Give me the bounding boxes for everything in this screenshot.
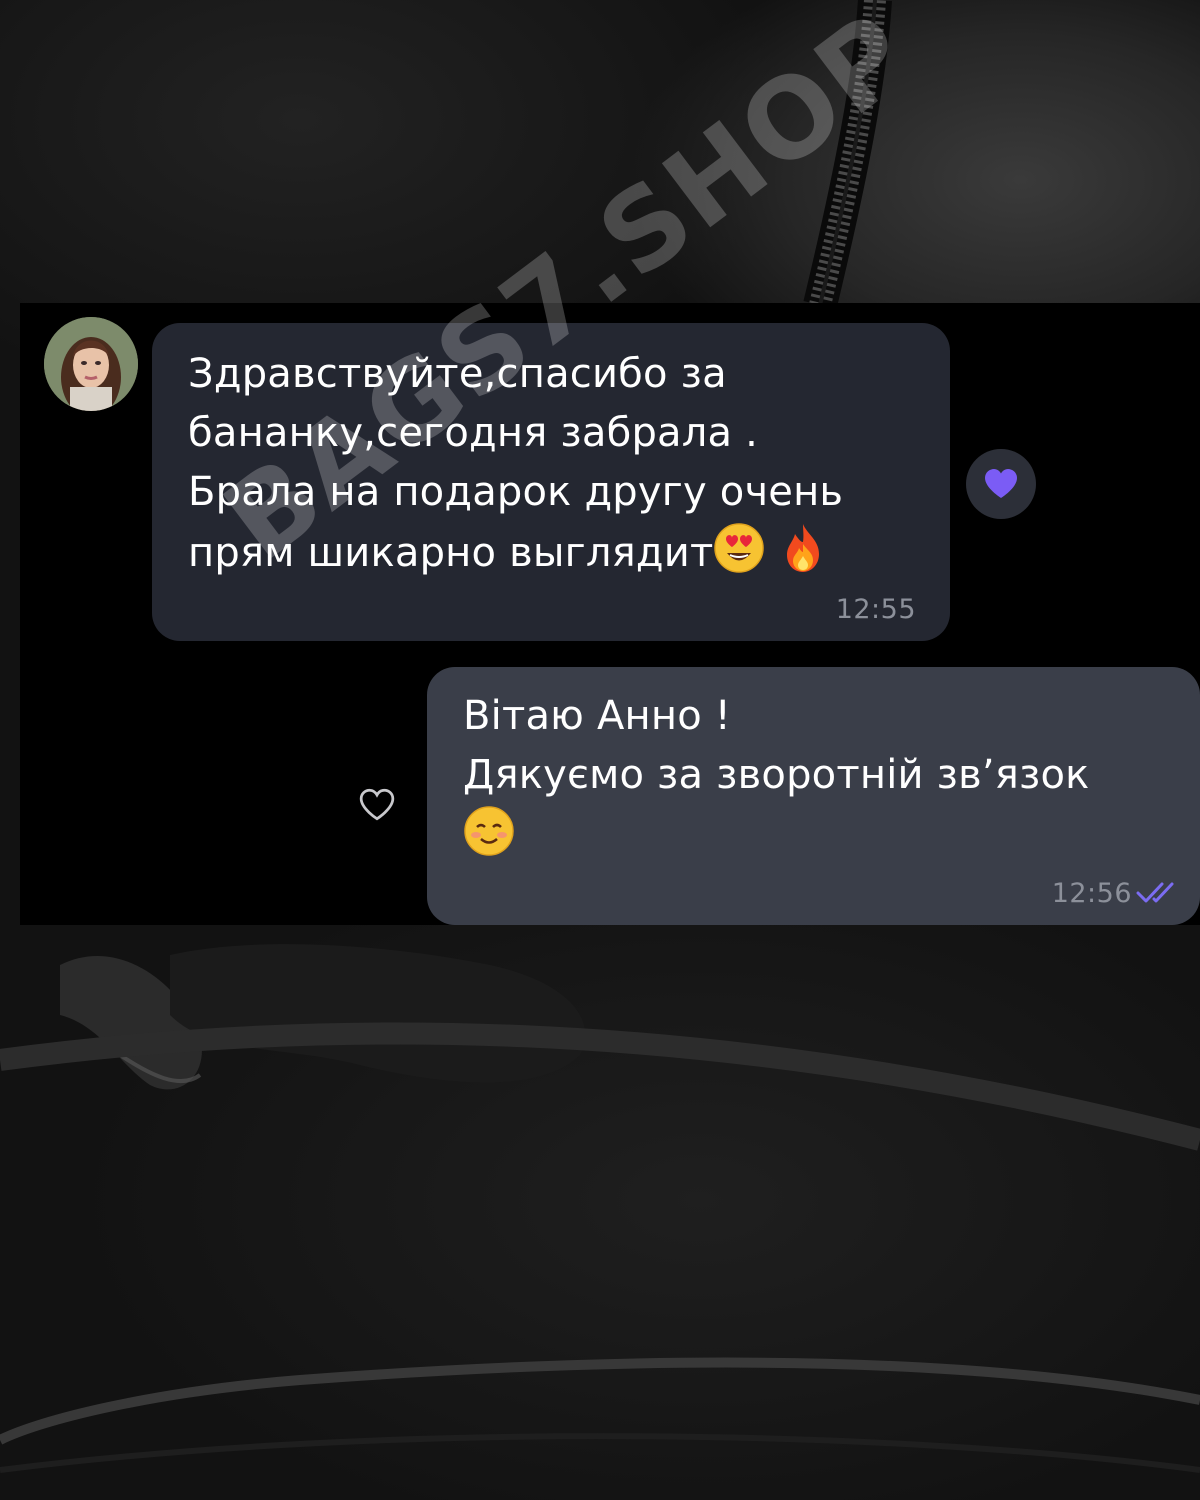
- read-checkmarks-icon: [1136, 882, 1174, 903]
- like-button[interactable]: [345, 773, 409, 837]
- reaction-badge[interactable]: [966, 449, 1036, 519]
- heart-outline-icon: [359, 788, 395, 821]
- chat-panel: Здравствуйте,спасибо за бананку,сегодня …: [20, 303, 1200, 925]
- bag-edge-decoration: [0, 1022, 1200, 1473]
- message-line-emoji: [463, 805, 1090, 866]
- avatar-portrait-icon: [44, 317, 138, 411]
- smiling-face-icon: [464, 806, 514, 856]
- avatar[interactable]: [44, 317, 138, 411]
- purple-heart-icon: [985, 469, 1017, 498]
- message-line: Дякуємо за зворотній зв’язок: [463, 752, 1090, 798]
- outgoing-message-text: Вітаю Анно ! Дякуємо за зворотній зв’язо…: [463, 687, 1090, 866]
- message-timestamp: 12:55: [835, 594, 916, 625]
- fire-icon: [787, 524, 820, 572]
- message-timestamp: 12:56: [1051, 878, 1132, 909]
- message-line: Вітаю Анно !: [463, 693, 732, 739]
- smiling-face-with-heart-eyes-icon: [714, 523, 765, 573]
- outgoing-message-bubble[interactable]: Вітаю Анно ! Дякуємо за зворотній зв’язо…: [427, 667, 1200, 925]
